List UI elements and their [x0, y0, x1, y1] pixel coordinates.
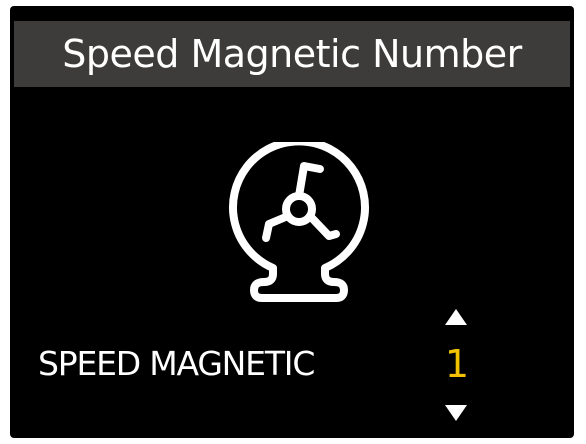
page-title: Speed Magnetic Number	[62, 32, 522, 76]
device-screen: Speed Magnetic Number SPEED MAGNETIC 1	[10, 6, 574, 438]
magnetic-sensor-icon	[229, 142, 369, 302]
triangle-down-icon[interactable]	[444, 404, 468, 422]
speed-magnetic-value[interactable]: 1	[442, 342, 472, 386]
speed-magnetic-label: SPEED MAGNETIC	[38, 344, 315, 383]
title-bar: Speed Magnetic Number	[14, 21, 570, 87]
triangle-up-icon[interactable]	[444, 308, 468, 326]
